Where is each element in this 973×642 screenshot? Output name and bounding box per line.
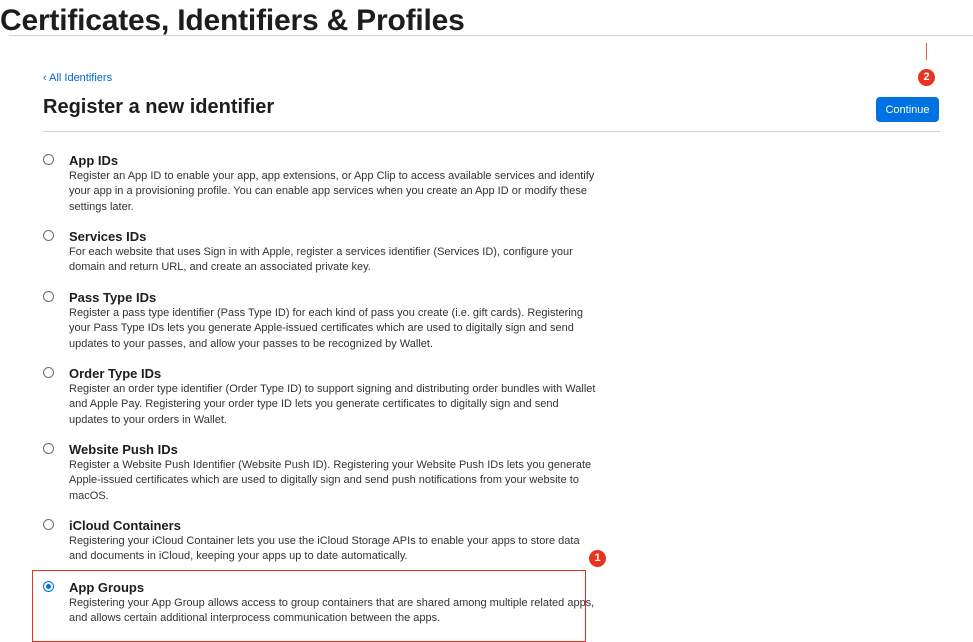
option-title: Order Type IDs xyxy=(69,366,162,381)
option-title: Services IDs xyxy=(69,229,147,244)
option-description: Register a pass type identifier (Pass Ty… xyxy=(69,307,583,350)
continue-button[interactable]: Continue xyxy=(876,97,939,122)
option-title: Website Push IDs xyxy=(69,442,178,457)
annotation-marker-line xyxy=(926,43,927,60)
option-description: Register an App ID to enable your app, a… xyxy=(69,170,595,213)
app-groups-radio[interactable] xyxy=(43,581,54,592)
section-divider xyxy=(43,131,940,132)
step-badge-1: 1 xyxy=(589,550,606,567)
option-title: Pass Type IDs xyxy=(69,290,157,305)
icloud-containers-radio[interactable] xyxy=(43,519,54,530)
option-title: App IDs xyxy=(69,153,119,168)
order-type-ids-radio[interactable] xyxy=(43,367,54,378)
option-description: Register a Website Push Identifier (Webs… xyxy=(69,459,592,502)
header-divider xyxy=(9,35,973,36)
pass-type-ids-radio[interactable] xyxy=(43,291,54,302)
app-ids-radio[interactable] xyxy=(43,154,54,165)
services-ids-radio[interactable] xyxy=(43,230,54,241)
step-badge-2: 2 xyxy=(918,69,935,86)
page-title: Certificates, Identifiers & Profiles xyxy=(0,4,465,37)
option-title: iCloud Containers xyxy=(69,518,181,533)
section-title: Register a new identifier xyxy=(43,96,275,118)
all-identifiers-link[interactable]: ‹ All Identifiers xyxy=(43,71,112,85)
website-push-ids-radio[interactable] xyxy=(43,443,54,454)
option-description: Register an order type identifier (Order… xyxy=(69,383,596,426)
option-title: App Groups xyxy=(69,580,145,595)
option-description: For each website that uses Sign in with … xyxy=(69,246,573,274)
option-description: Registering your App Group allows access… xyxy=(69,597,595,625)
option-description: Registering your iCloud Container lets y… xyxy=(69,535,580,563)
